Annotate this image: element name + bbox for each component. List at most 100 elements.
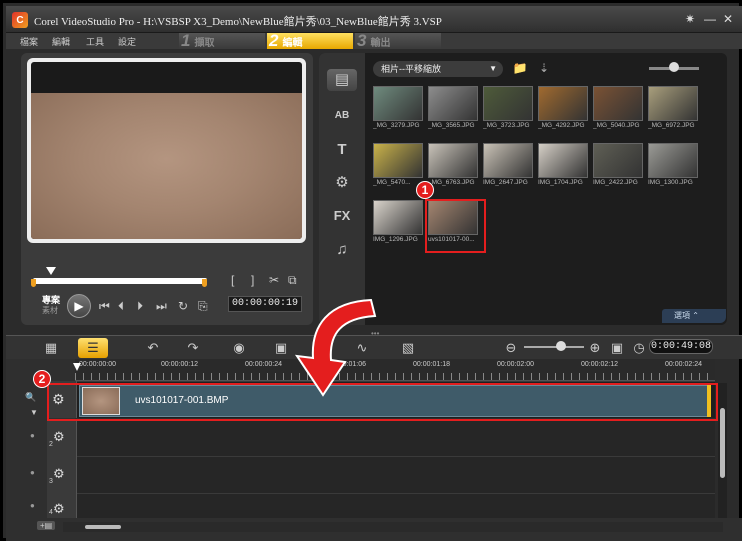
timeline-playhead[interactable] [73,363,81,371]
thumbnail-image [373,143,423,178]
media-thumbnail[interactable]: IMG_2422.JPG [593,143,645,189]
media-thumbnail[interactable]: IMG_1296.JPG [373,200,425,246]
overlay-track-head[interactable]: ⚙ 4 [47,493,77,519]
step-label: 擷取 [194,37,215,49]
lock-icon[interactable]: ● [30,431,35,440]
step-number: 2 [269,31,279,50]
media-thumbnail[interactable]: _MG_5470... [373,143,425,189]
film-reel-icon: ⚙ [53,466,65,481]
media-tab-icon[interactable]: ▤ [327,69,357,91]
mark-out-icon[interactable]: ] [251,273,254,287]
preview-panel: [ ] ✂ ⧉ 專案 素材 ▶ ⏮ ⏴ ⏵ ⏭ ↻ ⎘ 00:00:00:19 [21,53,313,325]
preview-screen [27,58,306,243]
menu-tools[interactable]: 工具 [86,35,104,48]
track-number: 3 [49,478,53,485]
storyboard-view-icon[interactable]: ▦ [36,338,66,358]
options-button[interactable]: 選項 ⌃ [662,309,726,323]
app-window: C Corel VideoStudio Pro - H:\VSBSP X3_De… [0,0,742,541]
lock-icon[interactable]: ● [30,468,35,477]
trim-end-marker[interactable] [202,279,207,287]
volume-icon[interactable]: ⎘ [198,299,208,314]
thumbnail-caption: _MG_4292.JPG [538,122,585,129]
ruler-label: 00:00:00:12 [161,361,198,368]
auto-music-icon[interactable]: ▧ [393,338,423,358]
track-expand-icon[interactable]: ▼ [30,408,38,417]
media-thumbnail[interactable]: _MG_3565.JPG [428,86,480,132]
repeat-icon[interactable]: ↻ [178,299,188,313]
preview-image [31,93,302,239]
media-thumbnail[interactable]: IMG_1704.JPG [538,143,590,189]
minimize-button[interactable]: — [703,12,717,26]
media-thumbnail[interactable]: _MG_6972.JPG [648,86,700,132]
go-to-start-icon[interactable]: ⏮ [99,299,110,314]
record-capture-icon[interactable]: ◉ [224,338,254,358]
menu-settings[interactable]: 設定 [118,35,136,48]
play-button[interactable]: ▶ [67,294,91,318]
menu-file[interactable]: 檔案 [20,35,38,48]
enlarge-preview-icon[interactable]: ⧉ [288,273,297,288]
add-track-icon[interactable]: +▤ [37,521,56,530]
step-edit[interactable]: 2 編輯 [267,31,353,50]
scrubber-handle[interactable] [46,267,56,275]
overlay-track-lane[interactable] [47,456,715,493]
undo-icon[interactable]: ↶ [138,338,168,358]
zoom-out-icon[interactable]: ⊖ [502,338,520,358]
thumbnail-image [483,143,533,178]
next-frame-icon[interactable]: ⏵ [137,299,143,314]
media-thumbnail[interactable]: IMG_2647.JPG [483,143,535,189]
media-thumbnail[interactable]: _MG_3723.JPG [483,86,535,132]
overlay-track-head[interactable]: ⚙ 2 [47,419,77,456]
settings-icon[interactable]: ✷ [683,12,697,26]
fit-project-icon[interactable]: ▣ [608,338,626,358]
media-thumbnail[interactable]: _MG_6763.JPG [428,143,480,189]
overlay-track-lane[interactable] [47,419,715,456]
thumbnail-caption: IMG_2647.JPG [483,179,528,186]
scrub-bar[interactable] [33,278,207,284]
trim-start-marker[interactable] [31,279,36,287]
window-title: Corel VideoStudio Pro - H:\VSBSP X3_Demo… [34,16,442,28]
media-thumbnail[interactable]: _MG_5040.JPG [593,86,645,132]
project-duration[interactable]: 0:00:49:08 [649,339,713,354]
graphic-tab-icon[interactable]: ⚙ [327,172,357,194]
zoom-in-icon[interactable]: ⊕ [586,338,604,358]
mode-clip-label[interactable]: 素材 [42,305,58,316]
import-media-icon[interactable]: ⇣ [535,61,553,77]
step-share[interactable]: 3 輸出 [355,32,441,49]
mark-in-icon[interactable]: [ [231,273,234,287]
thumbnail-caption: _MG_6763.JPG [428,179,475,186]
timeline-zoom-slider[interactable] [524,346,584,348]
timeline-ruler[interactable]: 00:00:00:00 00:00:00:12 00:00:00:24 00:00:0… [75,359,715,381]
thumbnail-caption: _MG_3279.JPG [373,122,420,129]
split-clip-icon[interactable]: ✂ [269,273,279,287]
category-dropdown[interactable]: 相片--平移縮放 ▼ [373,61,503,77]
timeline-zoom-knob[interactable] [556,341,566,351]
transition-tab-icon[interactable]: AB [327,105,357,127]
redo-icon[interactable]: ↷ [178,338,208,358]
close-button[interactable]: ✕ [721,12,735,26]
overlay-track-lane[interactable] [47,493,715,519]
media-thumbnail[interactable]: IMG_1300.JPG [648,143,700,189]
library-panel: ▤ AB T ⚙ FX ♫ 相片--平移縮放 ▼ 📁 ⇣ _MG_3279.JP… [319,53,727,325]
step-label: 輸出 [370,37,391,49]
overlay-track-head[interactable]: ⚙ 3 [47,456,77,493]
media-thumbnail[interactable]: _MG_3279.JPG [373,86,425,132]
title-tab-icon[interactable]: T [327,139,357,161]
thumbnail-image [373,200,423,235]
track-manager-icon[interactable]: 🔍 [25,392,36,403]
filter-tab-icon[interactable]: FX [327,205,357,227]
menu-edit[interactable]: 編輯 [52,35,70,48]
media-thumbnail[interactable]: _MG_4292.JPG [538,86,590,132]
add-folder-icon[interactable]: 📁 [511,61,529,77]
thumbnail-zoom-knob[interactable] [669,62,679,72]
timeline-view-icon[interactable]: ☰ [78,338,108,358]
go-to-end-icon[interactable]: ⏭ [156,299,167,314]
step-capture[interactable]: 1 擷取 [179,32,265,49]
thumbnail-image [538,143,588,178]
lock-icon[interactable]: ● [30,501,35,510]
previous-frame-icon[interactable]: ⏴ [118,299,124,314]
audio-tab-icon[interactable]: ♫ [327,239,357,261]
ruler-label: 00:00:01:18 [413,361,450,368]
timeline-vertical-scrollbar[interactable] [718,383,727,518]
timeline-horizontal-scrollbar[interactable] [63,522,723,532]
ruler-label: 00:00:00:24 [245,361,282,368]
